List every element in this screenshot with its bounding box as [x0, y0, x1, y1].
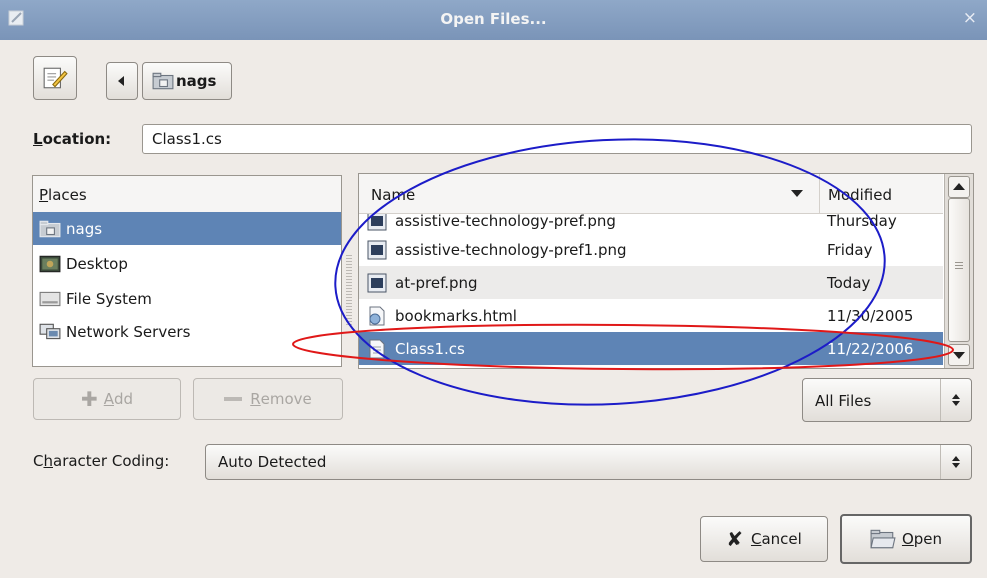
file-name: Class1.cs: [395, 339, 465, 358]
minus-icon: [224, 397, 243, 401]
file-name: assistive-technology-pref.png: [395, 214, 616, 230]
file-name: assistive-technology-pref1.png: [395, 240, 627, 259]
file-filter-value: All Files: [815, 392, 872, 410]
home-folder-icon: [152, 72, 174, 90]
file-modified: Today: [827, 273, 871, 292]
coding-label-a: C: [33, 452, 44, 470]
text-file-icon: [369, 339, 385, 358]
places-item-label: File System: [66, 289, 152, 308]
file-row[interactable]: assistive-technology-pref1.png Friday: [359, 233, 943, 266]
places-header[interactable]: Places: [33, 176, 341, 213]
places-panel: Places nags Desktop File System Network …: [32, 175, 342, 367]
chevron-left-icon: [118, 76, 124, 86]
window-title: Open Files...: [440, 10, 547, 28]
scroll-up-button[interactable]: [948, 176, 970, 198]
places-item-nags[interactable]: nags: [33, 212, 341, 245]
places-item-label: nags: [66, 219, 103, 238]
file-row-selected[interactable]: Class1.cs 11/22/2006: [359, 332, 943, 365]
remove-mnemonic: R: [250, 390, 261, 408]
network-icon: [39, 323, 61, 339]
name-column-label: Name: [371, 186, 416, 204]
file-list-header: Name Modified: [359, 174, 943, 214]
plus-icon: ✚: [80, 387, 98, 411]
file-row[interactable]: at-pref.png Today: [359, 266, 943, 299]
places-item-file-system[interactable]: File System: [33, 282, 341, 315]
combo-arrows-icon: [940, 445, 971, 479]
image-file-icon: [367, 273, 387, 292]
path-button-label: nags: [176, 72, 217, 90]
pane-resize-handle[interactable]: [346, 255, 352, 325]
modified-column-label: Modified: [828, 186, 893, 204]
home-folder-icon: [39, 220, 61, 237]
coding-mnemonic: h: [43, 452, 53, 470]
add-bookmark-button[interactable]: ✚ Add: [33, 378, 181, 420]
file-filter-combo[interactable]: All Files: [802, 378, 972, 422]
image-file-icon: [367, 214, 387, 230]
character-coding-label: Character Coding:: [33, 452, 169, 470]
edit-location-icon: [43, 67, 68, 89]
path-button-nags[interactable]: nags: [142, 62, 232, 100]
location-input[interactable]: Class1.cs: [142, 124, 972, 154]
file-list: Name Modified assistive-technology-pref.…: [358, 173, 974, 369]
file-row[interactable]: bookmarks.html 11/30/2005: [359, 299, 943, 332]
file-modified: 11/30/2005: [827, 306, 914, 325]
file-rows: assistive-technology-pref.png Thursday a…: [359, 214, 943, 368]
file-modified: 11/22/2006: [827, 339, 914, 358]
sort-arrow-down-icon: [791, 190, 803, 197]
scroll-thumb[interactable]: [948, 198, 970, 342]
location-label-text: ocation:: [42, 130, 112, 148]
arrow-down-icon: [953, 352, 965, 359]
grip-icon: [955, 262, 963, 270]
file-name: at-pref.png: [395, 273, 478, 292]
character-coding-combo[interactable]: Auto Detected: [205, 444, 972, 480]
location-label: Location:: [33, 130, 111, 148]
coding-label-rest: aracter Coding:: [53, 452, 170, 470]
cancel-x-icon: ✘: [726, 527, 743, 551]
location-mnemonic: L: [33, 130, 43, 148]
places-item-desktop[interactable]: Desktop: [33, 247, 341, 280]
image-file-icon: [367, 240, 387, 259]
title-bar: Open Files... ×: [0, 0, 987, 40]
cancel-mnemonic: C: [750, 530, 762, 548]
modified-column-header[interactable]: Modified: [820, 174, 942, 214]
desktop-icon: [39, 255, 61, 272]
close-icon[interactable]: ×: [963, 8, 977, 28]
name-column-header[interactable]: Name: [359, 174, 820, 214]
places-header-label: laces: [48, 186, 87, 204]
add-mnemonic: A: [103, 390, 114, 408]
cancel-button[interactable]: ✘ Cancel: [700, 516, 828, 562]
file-list-scrollbar[interactable]: [944, 174, 973, 368]
open-mnemonic: O: [901, 530, 914, 548]
type-location-button[interactable]: [33, 56, 77, 100]
character-coding-value: Auto Detected: [218, 453, 327, 471]
places-item-label: Desktop: [66, 254, 128, 273]
combo-arrows-icon: [940, 379, 971, 421]
file-name: bookmarks.html: [395, 306, 517, 325]
html-file-icon: [369, 306, 385, 325]
open-label: pen: [913, 530, 943, 548]
path-back-button[interactable]: [106, 62, 138, 100]
arrow-up-icon: [953, 183, 965, 190]
file-modified: Friday: [827, 240, 873, 259]
remove-label: emove: [260, 390, 312, 408]
add-label: dd: [113, 390, 134, 408]
scroll-down-button[interactable]: [948, 344, 970, 366]
places-mnemonic: P: [39, 186, 49, 204]
places-item-network-servers[interactable]: Network Servers: [33, 315, 341, 348]
open-button[interactable]: Open: [840, 514, 972, 564]
drive-icon: [39, 291, 61, 306]
open-folder-icon: [870, 529, 896, 549]
places-item-label: Network Servers: [66, 322, 191, 341]
file-modified: Thursday: [827, 214, 897, 230]
cancel-label: ancel: [761, 530, 802, 548]
remove-bookmark-button[interactable]: Remove: [193, 378, 343, 420]
